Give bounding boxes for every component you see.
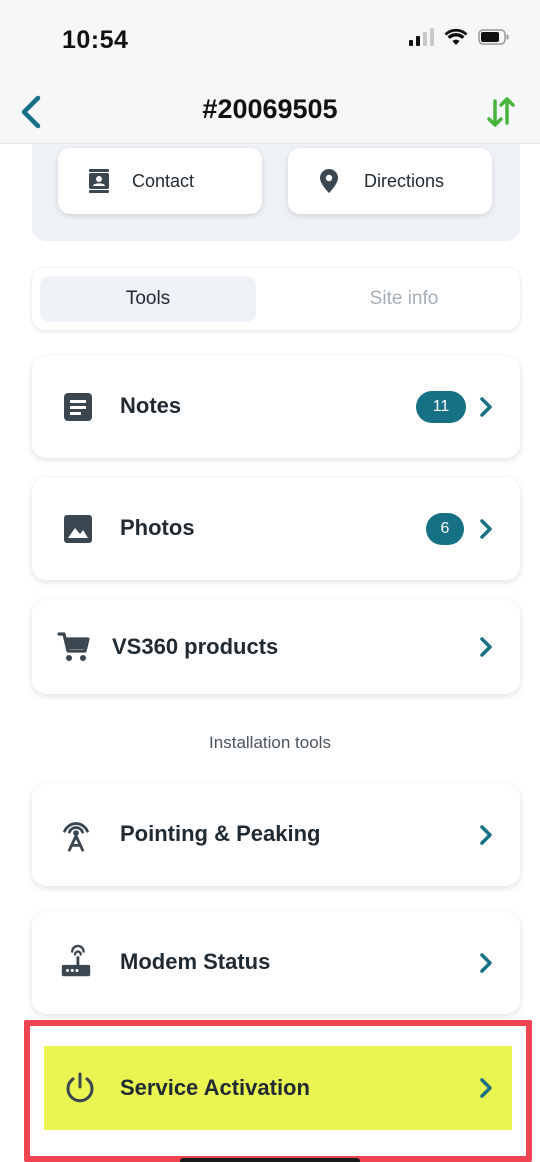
- chevron-right-icon: [480, 519, 492, 539]
- tab-tools[interactable]: Tools: [40, 276, 256, 322]
- photos-card[interactable]: Photos 6: [32, 478, 520, 580]
- page-title: #20069505: [202, 94, 338, 124]
- map-pin-icon: [316, 168, 342, 194]
- sync-arrows-icon: [487, 97, 515, 127]
- vs360-products-card[interactable]: VS360 products: [32, 600, 520, 694]
- contact-card-icon: [86, 168, 112, 194]
- pointing-peaking-card[interactable]: Pointing & Peaking: [32, 784, 520, 886]
- modem-status-card[interactable]: Modem Status: [32, 912, 520, 1014]
- contact-actions-panel: Contact Directions: [32, 144, 520, 241]
- battery-icon: [478, 29, 509, 45]
- power-icon: [62, 1070, 98, 1106]
- contact-label: Contact: [132, 170, 195, 191]
- sync-button[interactable]: [484, 92, 518, 132]
- directions-label: Directions: [364, 170, 445, 191]
- job-detail-content[interactable]: Contact Directions Tools Site info Notes…: [0, 144, 540, 1162]
- nav-bar: #20069505: [0, 80, 540, 144]
- router-icon: [58, 944, 94, 980]
- installation-tools-heading: Installation tools: [209, 733, 331, 752]
- pointing-peaking-label: Pointing & Peaking: [120, 821, 321, 846]
- notes-label: Notes: [120, 393, 182, 418]
- notes-card[interactable]: Notes 11: [32, 356, 520, 458]
- chevron-right-icon: [480, 953, 492, 973]
- tools-siteinfo-tabs: Tools Site info: [32, 268, 520, 330]
- modem-status-label: Modem Status: [120, 949, 271, 974]
- photos-label: Photos: [120, 515, 195, 540]
- notes-icon: [60, 389, 96, 425]
- antenna-icon: [58, 816, 94, 852]
- cellular-signal-icon: [409, 28, 434, 46]
- service-activation-label: Service Activation: [120, 1075, 310, 1100]
- wifi-icon: [444, 28, 468, 45]
- chevron-right-icon: [480, 397, 492, 417]
- status-bar: 10:54: [0, 0, 540, 80]
- photos-count-badge: 6: [426, 513, 464, 545]
- tab-site-info[interactable]: Site info: [296, 276, 512, 322]
- status-time: 10:54: [62, 26, 129, 54]
- shopping-cart-icon: [56, 629, 92, 665]
- image-icon: [60, 511, 96, 547]
- vs360-products-label: VS360 products: [112, 634, 279, 659]
- home-indicator: [180, 1158, 360, 1162]
- status-icons: [409, 28, 510, 46]
- notes-count-badge: 11: [416, 391, 466, 423]
- contact-button[interactable]: Contact: [58, 148, 262, 214]
- chevron-right-icon: [480, 1078, 492, 1098]
- directions-button[interactable]: Directions: [288, 148, 492, 214]
- chevron-right-icon: [480, 637, 492, 657]
- service-activation-card[interactable]: Service Activation: [44, 1046, 512, 1130]
- chevron-right-icon: [480, 825, 492, 845]
